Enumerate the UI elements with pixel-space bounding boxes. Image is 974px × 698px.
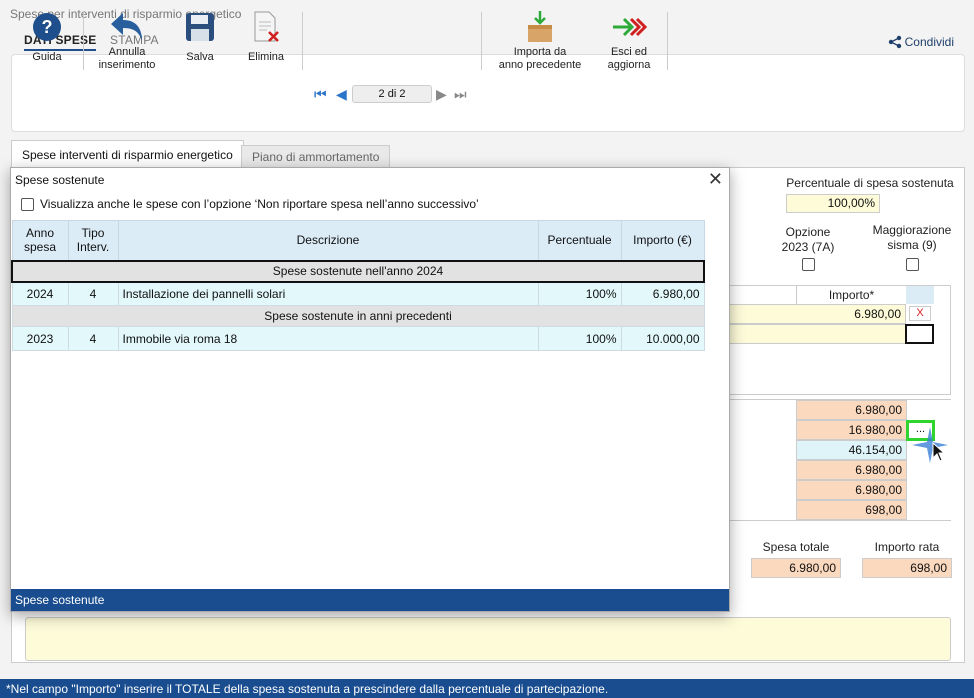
expenses-dialog: Spese sostenute ✕ Visualizza anche le sp… — [10, 167, 730, 612]
svg-text:?: ? — [42, 17, 53, 37]
importo-header: Importo* — [796, 286, 906, 304]
group-row-current-year[interactable]: Spese sostenute nell'anno 2024 — [11, 259, 705, 283]
total-value-6: 698,00 — [796, 500, 907, 520]
total-value-4: 6.980,00 — [796, 460, 907, 480]
importo-rata-label: Importo rata — [874, 540, 940, 554]
footer-note: *Nel campo "Importo" inserire il TOTALE … — [0, 679, 974, 698]
delete-row-button[interactable]: X — [909, 306, 931, 321]
cell-percentuale: 100% — [537, 326, 622, 351]
help-button[interactable]: ? Guida — [24, 8, 70, 64]
total-value-5: 6.980,00 — [796, 480, 907, 500]
last-record-icon[interactable]: ⏭ — [454, 86, 467, 103]
first-record-icon[interactable]: ⏮ — [314, 86, 327, 103]
dialog-footer: Spese sostenute — [11, 589, 729, 611]
exit-label-1: Esci ed — [610, 46, 648, 58]
option-2023-label-1: Opzione — [785, 225, 831, 239]
group-row-previous-years[interactable]: Spese sostenute in anni precedenti — [11, 305, 705, 327]
close-icon[interactable]: ✕ — [708, 169, 723, 190]
undo-label-1: Annulla — [108, 46, 146, 58]
col-tipo-interv: Tipo Interv. — [67, 220, 119, 261]
importo-field[interactable]: 6.980,00 — [729, 304, 906, 324]
toolbar-separator — [667, 12, 668, 70]
grid-header-cell — [906, 286, 934, 304]
save-button[interactable]: Salva — [177, 8, 223, 64]
total-value-3: 46.154,00 — [796, 440, 907, 460]
share-icon — [888, 35, 901, 49]
save-icon — [186, 13, 214, 41]
tab-spese-interventi[interactable]: Spese interventi di risparmio energetico — [11, 140, 244, 168]
cell-anno: 2024 — [11, 281, 69, 306]
record-counter: 2 di 2 — [352, 85, 432, 103]
percentage-label: Percentuale di spesa sostenuta — [786, 176, 954, 190]
col-descrizione: Descrizione — [117, 220, 539, 261]
import-label-1: Importa da — [513, 46, 567, 58]
table-row[interactable]: 2023 4 Immobile via roma 18 100% 10.000,… — [11, 326, 705, 351]
help-label: Guida — [32, 51, 62, 63]
expenses-table: Anno spesa Tipo Interv. Descrizione Perc… — [11, 220, 705, 351]
import-previous-year-button[interactable]: Importa da anno precedente — [492, 8, 588, 72]
cell-importo: 10.000,00 — [620, 326, 705, 351]
cell-percentuale: 100% — [537, 281, 622, 306]
importo-empty-field[interactable] — [729, 324, 906, 344]
undo-insert-button[interactable]: Annulla inserimento — [92, 8, 162, 72]
import-box-icon — [528, 11, 552, 42]
delete-label: Elimina — [247, 51, 285, 63]
notes-field[interactable] — [25, 617, 951, 661]
cell-tipo: 4 — [67, 281, 119, 306]
tab-piano-ammortamento[interactable]: Piano di ammortamento — [241, 145, 391, 168]
show-all-checkbox[interactable] — [21, 197, 34, 211]
share-label: Condividi — [904, 35, 954, 49]
percentage-field[interactable]: 100,00% — [786, 194, 880, 213]
table-row[interactable]: 2024 4 Installazione dei pannelli solari… — [11, 281, 705, 306]
cell-anno: 2023 — [11, 326, 69, 351]
share-button[interactable]: Condividi — [888, 35, 954, 49]
toolbar-separator — [83, 12, 84, 70]
option-2023-checkbox[interactable] — [802, 258, 815, 271]
spesa-totale-label: Spesa totale — [762, 540, 830, 554]
option-2023-label-2: 2023 (7A) — [781, 240, 835, 254]
help-icon: ? — [33, 13, 61, 41]
selected-cell[interactable] — [905, 324, 934, 344]
sisma-label-2: sisma (9) — [887, 238, 937, 252]
delete-document-icon — [254, 11, 279, 42]
col-anno-spesa: Anno spesa — [11, 220, 69, 261]
cell-descrizione: Immobile via roma 18 — [117, 326, 539, 351]
save-label: Salva — [186, 51, 214, 63]
next-record-icon[interactable]: ▶ — [436, 86, 447, 103]
cell-importo: 6.980,00 — [620, 281, 705, 306]
toolbar-separator — [302, 12, 303, 70]
dialog-title: Spese sostenute — [15, 173, 105, 187]
cell-tipo: 4 — [67, 326, 119, 351]
toolbar-separator — [481, 12, 482, 70]
total-value-1: 6.980,00 — [796, 400, 907, 420]
mouse-cursor-icon — [912, 427, 948, 463]
sisma-checkbox[interactable] — [906, 258, 919, 271]
col-percentuale: Percentuale — [537, 220, 622, 261]
exit-label-2: aggiorna — [607, 59, 651, 71]
delete-button[interactable]: Elimina — [241, 8, 291, 64]
undo-label-2: inserimento — [98, 59, 156, 71]
import-label-2: anno precedente — [498, 59, 582, 71]
spesa-totale-field: 6.980,00 — [751, 558, 841, 578]
total-value-2: 16.980,00 — [796, 420, 907, 440]
cell-descrizione: Installazione dei pannelli solari — [117, 281, 539, 306]
exit-arrows-icon — [613, 17, 647, 37]
col-importo: Importo (€) — [620, 220, 705, 261]
importo-rata-field: 698,00 — [862, 558, 952, 578]
exit-update-button[interactable]: Esci ed aggiorna — [598, 8, 660, 72]
undo-icon — [111, 13, 142, 41]
previous-record-icon[interactable]: ◀ — [336, 86, 347, 103]
show-all-label: Visualizza anche le spese con l’opzione … — [40, 197, 479, 211]
sisma-label-1: Maggiorazione — [872, 223, 952, 237]
